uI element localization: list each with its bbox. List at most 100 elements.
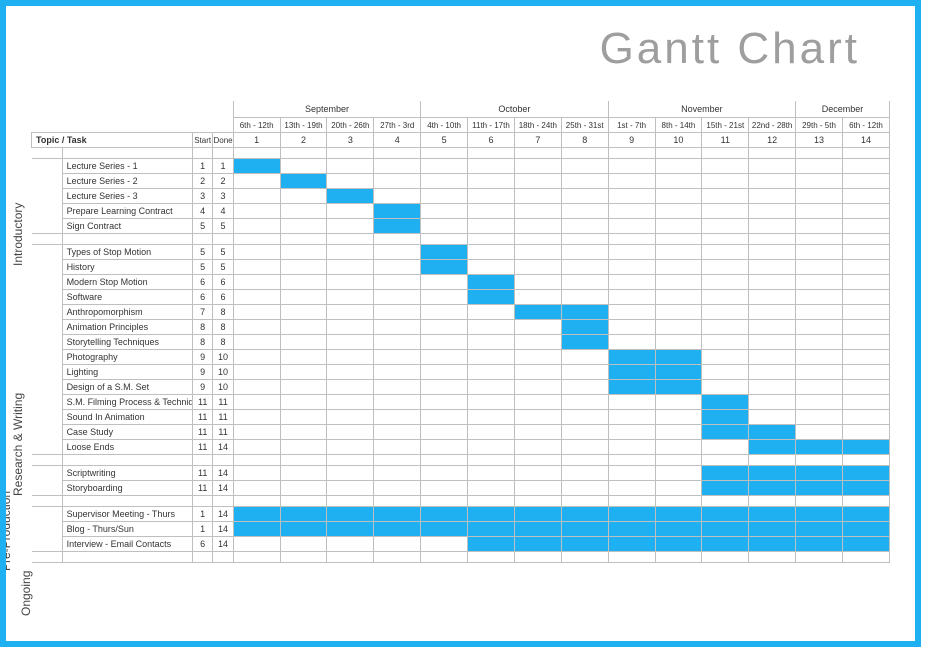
gantt-empty-cell <box>280 159 327 174</box>
gantt-empty-cell <box>421 159 468 174</box>
task-start-cell: 11 <box>192 425 212 440</box>
task-start-cell: 6 <box>192 537 212 552</box>
gantt-bar-cell <box>796 537 843 552</box>
gantt-bar-cell <box>514 305 561 320</box>
gantt-empty-cell <box>842 159 889 174</box>
gantt-bar-cell <box>514 522 561 537</box>
gantt-empty-cell <box>842 260 889 275</box>
gantt-empty-cell <box>233 260 280 275</box>
gantt-empty-cell <box>608 395 655 410</box>
gantt-chart-frame: Gantt Chart Introductory Research & Writ… <box>0 0 921 647</box>
gantt-empty-cell <box>280 466 327 481</box>
task-start-cell: 8 <box>192 320 212 335</box>
gantt-empty-cell <box>421 335 468 350</box>
task-done-cell: 3 <box>213 189 233 204</box>
task-start-cell: 1 <box>192 159 212 174</box>
gantt-empty-cell <box>374 174 421 189</box>
gantt-empty-cell <box>468 365 515 380</box>
task-start-cell: 5 <box>192 260 212 275</box>
gantt-empty-cell <box>608 320 655 335</box>
task-done-cell: 11 <box>213 410 233 425</box>
task-done-cell: 5 <box>213 245 233 260</box>
task-name-cell: Prepare Learning Contract <box>62 204 192 219</box>
gantt-empty-cell <box>421 219 468 234</box>
gantt-empty-cell <box>233 365 280 380</box>
gantt-empty-cell <box>561 245 608 260</box>
gantt-empty-cell <box>514 466 561 481</box>
gantt-empty-cell <box>374 395 421 410</box>
gantt-empty-cell <box>514 365 561 380</box>
gantt-empty-cell <box>514 350 561 365</box>
task-name-cell: Software <box>62 290 192 305</box>
task-start-cell: 9 <box>192 350 212 365</box>
gantt-empty-cell <box>468 410 515 425</box>
gantt-empty-cell <box>796 410 843 425</box>
gantt-bar-cell <box>561 305 608 320</box>
gantt-empty-cell <box>468 305 515 320</box>
gantt-bar-cell <box>655 350 702 365</box>
task-name-cell: Supervisor Meeting - Thurs <box>62 507 192 522</box>
gantt-empty-cell <box>421 395 468 410</box>
task-start-cell: 11 <box>192 395 212 410</box>
gantt-empty-cell <box>280 537 327 552</box>
gantt-empty-cell <box>655 159 702 174</box>
task-done-cell: 14 <box>213 537 233 552</box>
gantt-bar-cell <box>842 481 889 496</box>
task-done-cell: 10 <box>213 350 233 365</box>
gantt-empty-cell <box>374 290 421 305</box>
gantt-bar-cell <box>327 189 374 204</box>
gantt-table: SeptemberOctoberNovemberDecember6th - 12… <box>31 101 890 563</box>
gantt-empty-cell <box>514 204 561 219</box>
gantt-empty-cell <box>842 425 889 440</box>
gantt-empty-cell <box>655 425 702 440</box>
group-label-research: Research & Writing <box>11 393 25 496</box>
task-row: Modern Stop Motion66 <box>32 275 890 290</box>
task-done-cell: 8 <box>213 335 233 350</box>
gantt-empty-cell <box>233 335 280 350</box>
task-start-cell: 6 <box>192 290 212 305</box>
gantt-empty-cell <box>327 481 374 496</box>
gantt-empty-cell <box>702 380 749 395</box>
gantt-empty-cell <box>374 481 421 496</box>
gantt-bar-cell <box>702 507 749 522</box>
task-start-cell: 6 <box>192 275 212 290</box>
task-start-cell: 7 <box>192 305 212 320</box>
gantt-empty-cell <box>702 350 749 365</box>
gantt-empty-cell <box>561 260 608 275</box>
gantt-empty-cell <box>842 290 889 305</box>
gantt-empty-cell <box>280 440 327 455</box>
task-row: Storyboarding1114 <box>32 481 890 496</box>
gantt-bar-cell <box>796 440 843 455</box>
task-name-cell: Animation Principles <box>62 320 192 335</box>
gantt-empty-cell <box>702 365 749 380</box>
group-label-preproduction: Pre-Production <box>0 491 13 571</box>
gantt-empty-cell <box>702 159 749 174</box>
gantt-empty-cell <box>421 305 468 320</box>
gantt-empty-cell <box>280 365 327 380</box>
gantt-bar-cell <box>421 260 468 275</box>
gantt-empty-cell <box>280 320 327 335</box>
gantt-empty-cell <box>374 410 421 425</box>
gantt-empty-cell <box>608 174 655 189</box>
gantt-bar-cell <box>796 466 843 481</box>
gantt-empty-cell <box>608 275 655 290</box>
task-row: Lecture Series - 222 <box>32 174 890 189</box>
gantt-bar-cell <box>749 466 796 481</box>
gantt-empty-cell <box>561 204 608 219</box>
gantt-empty-cell <box>327 380 374 395</box>
task-row: Scriptwriting1114 <box>32 466 890 481</box>
gantt-empty-cell <box>327 245 374 260</box>
gantt-empty-cell <box>561 219 608 234</box>
gantt-empty-cell <box>327 440 374 455</box>
task-start-cell: 11 <box>192 481 212 496</box>
gantt-empty-cell <box>514 174 561 189</box>
gantt-bar-cell <box>608 365 655 380</box>
task-row: Types of Stop Motion55 <box>32 245 890 260</box>
gantt-empty-cell <box>608 335 655 350</box>
gantt-bar-cell <box>421 507 468 522</box>
task-row: Prepare Learning Contract44 <box>32 204 890 219</box>
gantt-empty-cell <box>421 410 468 425</box>
gantt-empty-cell <box>468 159 515 174</box>
gantt-empty-cell <box>749 395 796 410</box>
gantt-empty-cell <box>233 219 280 234</box>
